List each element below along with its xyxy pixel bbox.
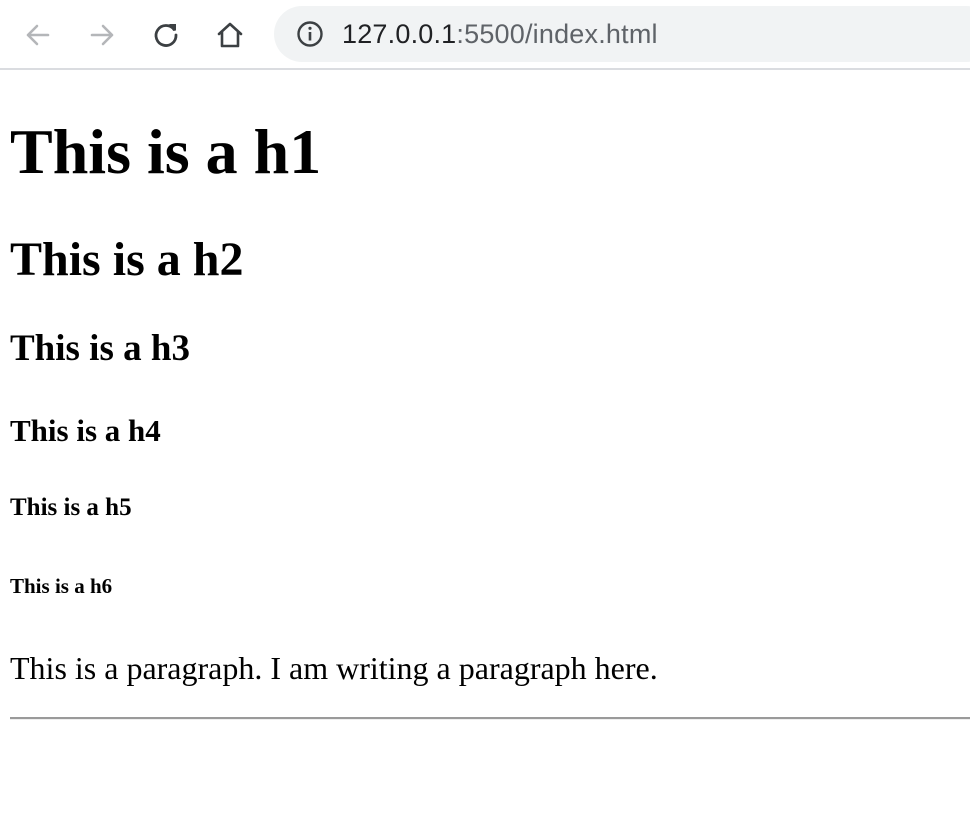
home-icon [217,22,243,48]
arrow-left-icon [26,24,50,46]
heading-h3: This is a h3 [10,328,190,369]
home-button[interactable] [212,17,248,53]
reload-button[interactable] [148,17,184,53]
heading-h5: This is a h5 [10,494,132,521]
url-host: 127.0.0.1 [342,19,457,49]
address-bar[interactable]: 127.0.0.1:5500/index.html [274,6,970,62]
heading-h2: This is a h2 [10,233,244,286]
heading-h1: This is a h1 [10,116,322,187]
arrow-right-icon [90,24,114,46]
url-path: :5500/index.html [456,19,658,49]
horizontal-rule [10,717,970,720]
browser-toolbar: 127.0.0.1:5500/index.html [0,0,970,70]
heading-h4: This is a h4 [10,413,161,448]
info-icon[interactable] [296,20,324,48]
url-text[interactable]: 127.0.0.1:5500/index.html [342,18,658,50]
back-button[interactable] [20,17,56,53]
paragraph: This is a paragraph. I am writing a para… [10,650,658,686]
forward-button[interactable] [84,17,120,53]
heading-h6: This is a h6 [10,574,113,598]
reload-icon [154,24,178,47]
